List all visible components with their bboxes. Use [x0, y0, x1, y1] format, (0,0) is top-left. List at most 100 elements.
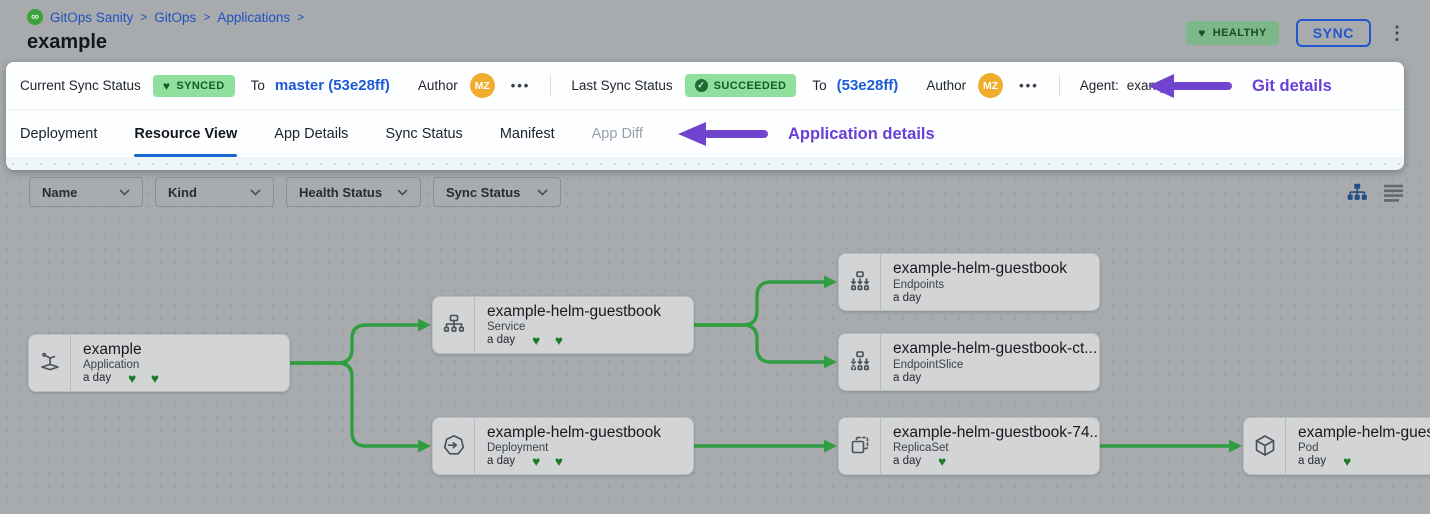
graph-node-endpointslice[interactable]: example-helm-guestbook-ct... EndpointSli…	[838, 333, 1100, 391]
tab-resource-view[interactable]: Resource View	[134, 110, 237, 157]
breadcrumb-gitops-sanity[interactable]: GitOps Sanity	[50, 10, 133, 25]
service-icon	[433, 297, 475, 353]
replicaset-icon	[839, 418, 881, 474]
divider	[1059, 75, 1060, 97]
health-hearts-icon: ♥	[938, 455, 946, 469]
kind-filter-dropdown[interactable]: Kind	[155, 177, 274, 207]
tab-deployment[interactable]: Deployment	[20, 110, 97, 157]
divider	[550, 75, 551, 97]
current-sync-status-label: Current Sync Status	[20, 78, 141, 93]
name-filter-label: Name	[42, 185, 77, 200]
to-label: To	[812, 78, 826, 93]
chevron-down-icon	[537, 189, 548, 196]
node-age: a day	[83, 372, 111, 384]
node-title: example-helm-guestbook	[487, 424, 689, 442]
succeeded-badge: ✓ SUCCEEDED	[685, 74, 797, 97]
graph-node-replicaset[interactable]: example-helm-guestbook-74... ReplicaSet …	[838, 417, 1100, 475]
node-kind: Application	[83, 359, 285, 371]
tab-manifest[interactable]: Manifest	[500, 110, 555, 157]
breadcrumb: ∞ GitOps Sanity > GitOps > Applications …	[27, 9, 304, 25]
name-filter-dropdown[interactable]: Name	[29, 177, 143, 207]
node-age: a day	[893, 292, 921, 304]
health-status-filter-label: Health Status	[299, 185, 382, 200]
sync-status-bar: Current Sync Status ♥ SYNCED To master (…	[6, 62, 1404, 110]
kind-filter-label: Kind	[168, 185, 197, 200]
author-avatar: MZ	[978, 73, 1003, 98]
gitops-logo-icon: ∞	[27, 9, 43, 25]
health-status-filter-dropdown[interactable]: Health Status	[286, 177, 421, 207]
breadcrumb-applications[interactable]: Applications	[217, 10, 290, 25]
health-badge-label: HEALTHY	[1213, 27, 1267, 39]
agent-label: Agent:	[1080, 78, 1119, 93]
node-title: example-helm-guestbook	[487, 303, 689, 321]
node-title: example-helm-guestbook-ct...	[893, 340, 1095, 358]
git-details-annotation-text: Git details	[1252, 77, 1332, 96]
graph-node-deployment[interactable]: example-helm-guestbook Deployment a day …	[432, 417, 694, 475]
node-kind: ReplicaSet	[893, 442, 1095, 454]
graph-node-service[interactable]: example-helm-guestbook Service a day ♥ ♥	[432, 296, 694, 354]
ellipsis-icon[interactable]: •••	[1019, 78, 1039, 93]
endpointslice-icon	[839, 334, 881, 390]
application-details-annotation-text: Application details	[788, 125, 935, 144]
breadcrumb-separator: >	[203, 10, 210, 24]
node-kind: Endpoints	[893, 279, 1095, 291]
succeeded-badge-label: SUCCEEDED	[714, 80, 787, 92]
node-title: example-helm-guestbook-74...	[1298, 424, 1430, 442]
deployment-icon	[433, 418, 475, 474]
graph-node-application[interactable]: example Application a day ♥ ♥	[28, 334, 290, 392]
list-view-icon[interactable]	[1383, 184, 1404, 202]
health-hearts-icon: ♥ ♥	[532, 334, 563, 348]
node-age: a day	[893, 372, 921, 384]
agent-value: example	[1127, 78, 1178, 93]
current-commit-link[interactable]: master (53e28ff)	[275, 77, 390, 94]
pod-icon	[1244, 418, 1286, 474]
to-label: To	[251, 78, 265, 93]
tab-sync-status[interactable]: Sync Status	[385, 110, 462, 157]
last-sync-status-label: Last Sync Status	[571, 78, 672, 93]
left-arrow-icon	[678, 120, 774, 148]
health-hearts-icon: ♥	[1343, 455, 1351, 469]
graph-node-pod[interactable]: example-helm-guestbook-74... Pod a day ♥	[1243, 417, 1430, 475]
sync-button[interactable]: SYNC	[1296, 19, 1371, 47]
app-detail-panel: Current Sync Status ♥ SYNCED To master (…	[6, 62, 1404, 170]
panel-bottom-strip	[6, 157, 1404, 170]
view-toggle-group	[1346, 182, 1404, 203]
node-title: example-helm-guestbook-74...	[893, 424, 1095, 442]
breadcrumb-gitops[interactable]: GitOps	[154, 10, 196, 25]
node-age: a day	[893, 455, 921, 467]
health-hearts-icon: ♥ ♥	[128, 372, 159, 386]
app-tabs: Deployment Resource View App Details Syn…	[6, 110, 1404, 157]
node-age: a day	[1298, 455, 1326, 467]
last-commit-link[interactable]: (53e28ff)	[837, 77, 899, 94]
author-avatar: MZ	[470, 73, 495, 98]
tab-app-diff[interactable]: App Diff	[592, 110, 643, 157]
graph-view-icon[interactable]	[1346, 182, 1368, 203]
chevron-down-icon	[250, 189, 261, 196]
ellipsis-icon[interactable]: •••	[511, 78, 531, 93]
health-status-badge: ♥ HEALTHY	[1186, 21, 1278, 45]
endpoints-icon	[839, 254, 881, 310]
sync-status-filter-label: Sync Status	[446, 185, 520, 200]
heart-icon: ♥	[1198, 27, 1206, 39]
breadcrumb-separator: >	[140, 10, 147, 24]
synced-badge: ♥ SYNCED	[153, 75, 235, 97]
sync-status-filter-dropdown[interactable]: Sync Status	[433, 177, 561, 207]
heart-icon: ♥	[163, 80, 171, 92]
tab-app-details[interactable]: App Details	[274, 110, 348, 157]
header-actions: ♥ HEALTHY SYNC ⋮	[1186, 19, 1406, 47]
page-title: example	[27, 31, 107, 54]
filter-bar: Name Kind Health Status Sync Status	[29, 177, 561, 207]
node-kind: EndpointSlice	[893, 359, 1095, 371]
check-icon: ✓	[695, 79, 708, 92]
node-age: a day	[487, 455, 515, 467]
node-age: a day	[487, 334, 515, 346]
chevron-down-icon	[119, 189, 130, 196]
kebab-menu-icon[interactable]: ⋮	[1388, 24, 1406, 42]
breadcrumb-separator: >	[297, 10, 304, 24]
gitops-app-page: ∞ GitOps Sanity > GitOps > Applications …	[0, 0, 1430, 514]
node-kind: Deployment	[487, 442, 689, 454]
synced-badge-label: SYNCED	[176, 80, 224, 92]
graph-node-endpoints[interactable]: example-helm-guestbook Endpoints a day	[838, 253, 1100, 311]
chevron-down-icon	[397, 189, 408, 196]
node-kind: Pod	[1298, 442, 1430, 454]
